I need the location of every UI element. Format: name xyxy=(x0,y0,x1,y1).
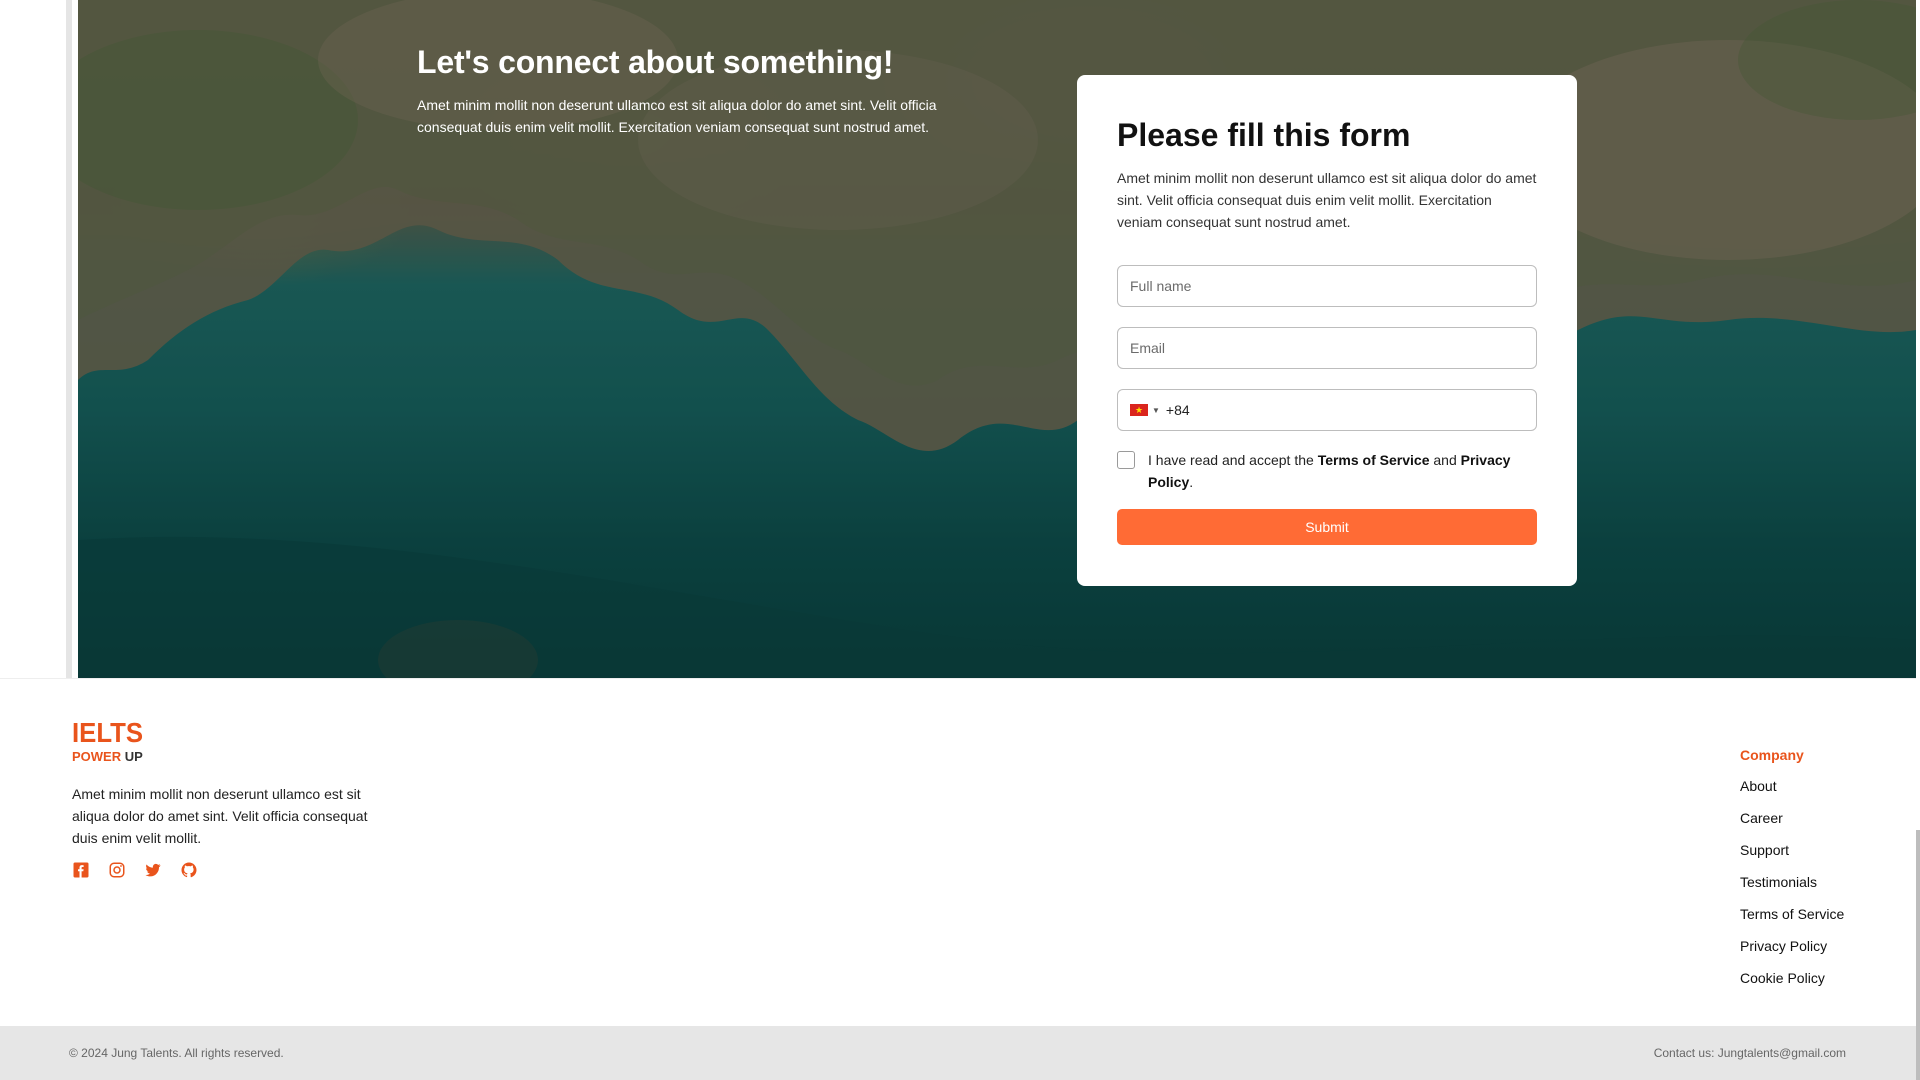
copyright-text: © 2024 Jung Talents. All rights reserved… xyxy=(69,1046,284,1060)
agree-and: and xyxy=(1433,452,1457,468)
logo-power: POWER xyxy=(72,749,122,764)
chevron-down-icon[interactable]: ▼ xyxy=(1152,406,1160,415)
hero-description: Amet minim mollit non deserunt ullamco e… xyxy=(417,97,937,135)
terms-agreement-text: I have read and accept the Terms of Serv… xyxy=(1148,449,1537,493)
vietnam-flag-icon[interactable]: ★ xyxy=(1130,404,1148,416)
logo-main-text: IELTS xyxy=(72,717,144,748)
hero-section: Let's connect about something! Amet mini… xyxy=(78,0,1916,678)
phone-field[interactable]: ★ ▼ +84 xyxy=(1117,389,1537,431)
agree-prefix: I have read and accept the xyxy=(1148,452,1314,468)
scrollbar-thumb[interactable] xyxy=(1916,830,1920,1080)
logo[interactable]: IELTS POWER UP xyxy=(72,719,149,765)
contact-form-card: Please fill this form Amet minim mollit … xyxy=(1077,75,1577,586)
footer-link-privacy-policy[interactable]: Privacy Policy xyxy=(1740,930,1844,962)
footer-link-career[interactable]: Career xyxy=(1740,802,1844,834)
company-title: Company xyxy=(1740,747,1804,763)
email-input[interactable] xyxy=(1130,340,1524,356)
left-rail xyxy=(0,0,72,678)
facebook-icon[interactable] xyxy=(72,861,90,879)
terms-checkbox[interactable] xyxy=(1117,451,1135,469)
company-links: About Career Support Testimonials Terms … xyxy=(1740,770,1844,994)
terms-of-service-link[interactable]: Terms of Service xyxy=(1318,452,1430,468)
twitter-icon[interactable] xyxy=(144,861,162,879)
logo-subtext: POWER UP xyxy=(72,749,149,765)
footer-link-cookie-policy[interactable]: Cookie Policy xyxy=(1740,962,1844,994)
terms-agreement: I have read and accept the Terms of Serv… xyxy=(1117,451,1537,493)
social-links xyxy=(72,861,198,879)
phone-dial-code[interactable]: +84 xyxy=(1166,402,1190,418)
instagram-icon[interactable] xyxy=(108,861,126,879)
company-links-section: Company About Career Support Testimonial… xyxy=(1740,744,1844,994)
bottom-bar: © 2024 Jung Talents. All rights reserved… xyxy=(0,1026,1916,1080)
github-icon[interactable] xyxy=(180,861,198,879)
email-field[interactable] xyxy=(1117,327,1537,369)
form-description: Amet minim mollit non deserunt ullamco e… xyxy=(1117,170,1537,230)
agree-suffix: . xyxy=(1189,474,1194,490)
logo-up: UP xyxy=(124,749,143,764)
full-name-input[interactable] xyxy=(1130,278,1524,294)
hero-overlay xyxy=(78,0,1916,678)
footer-link-about[interactable]: About xyxy=(1740,770,1844,802)
footer-link-testimonials[interactable]: Testimonials xyxy=(1740,866,1844,898)
full-name-field[interactable] xyxy=(1117,265,1537,307)
footer-link-terms-of-service[interactable]: Terms of Service xyxy=(1740,898,1844,930)
contact-email[interactable]: Contact us: Jungtalents@gmail.com xyxy=(1654,1046,1846,1060)
form-title: Please fill this form xyxy=(1117,117,1411,153)
submit-button[interactable]: Submit xyxy=(1117,509,1537,545)
hero-title: Let's connect about something! xyxy=(417,44,894,80)
footer: IELTS POWER UP Amet minim mollit non des… xyxy=(0,678,1916,1026)
footer-description: Amet minim mollit non deserunt ullamco e… xyxy=(72,786,368,846)
footer-link-support[interactable]: Support xyxy=(1740,834,1844,866)
